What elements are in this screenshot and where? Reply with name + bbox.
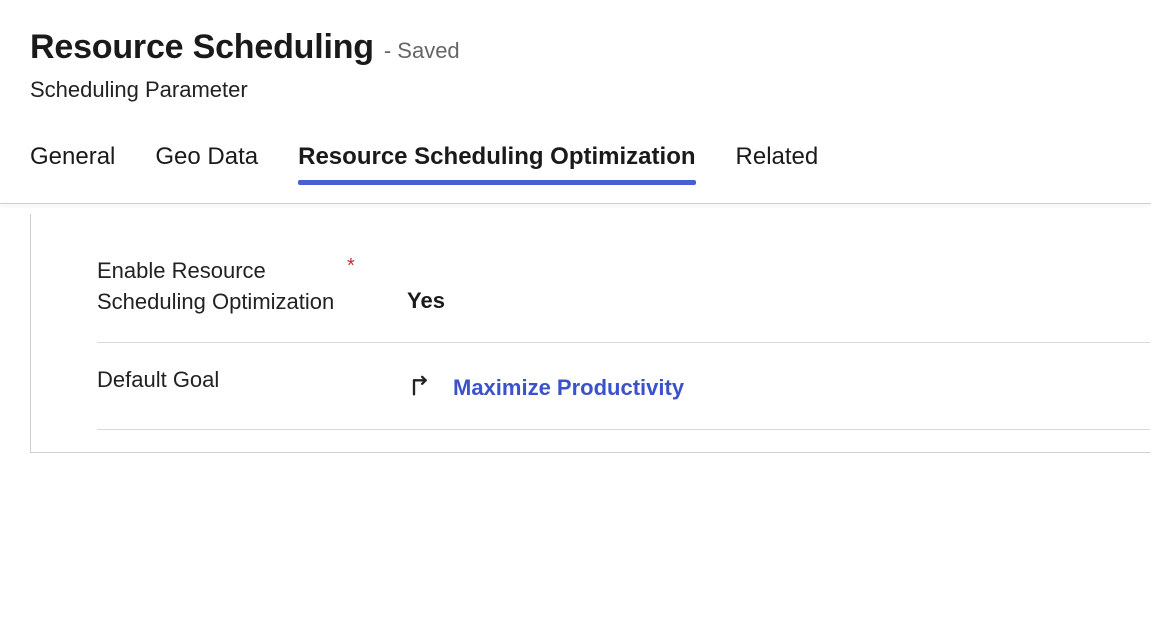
field-label-enable-rso: Enable Resource Scheduling Optimization: [97, 256, 347, 318]
tab-bar: General Geo Data Resource Scheduling Opt…: [0, 103, 1151, 183]
tab-related[interactable]: Related: [736, 143, 819, 183]
save-status: - Saved: [384, 38, 460, 64]
page-title: Resource Scheduling: [30, 28, 374, 67]
default-goal-link[interactable]: Maximize Productivity: [453, 375, 684, 401]
form-panel: Enable Resource Scheduling Optimization …: [30, 214, 1150, 453]
tab-resource-scheduling-optimization[interactable]: Resource Scheduling Optimization: [298, 143, 695, 183]
field-enable-rso: Enable Resource Scheduling Optimization …: [97, 256, 1150, 343]
enable-rso-value: Yes: [407, 288, 445, 314]
asterisk-icon: *: [347, 255, 355, 277]
field-value-default-goal[interactable]: Maximize Productivity: [407, 365, 684, 405]
entity-subtitle: Scheduling Parameter: [30, 77, 1121, 103]
tab-geo-data[interactable]: Geo Data: [155, 143, 258, 183]
field-label-default-goal: Default Goal: [97, 365, 347, 396]
field-value-enable-rso[interactable]: Yes: [407, 256, 445, 314]
title-row: Resource Scheduling - Saved: [30, 28, 1121, 67]
page-header: Resource Scheduling - Saved Scheduling P…: [0, 0, 1151, 103]
tab-general[interactable]: General: [30, 143, 115, 183]
tab-divider: [0, 203, 1151, 204]
goal-lookup-icon: [407, 371, 435, 405]
field-default-goal: Default Goal Maximize Productivity: [97, 365, 1150, 430]
required-indicator: *: [347, 256, 407, 277]
